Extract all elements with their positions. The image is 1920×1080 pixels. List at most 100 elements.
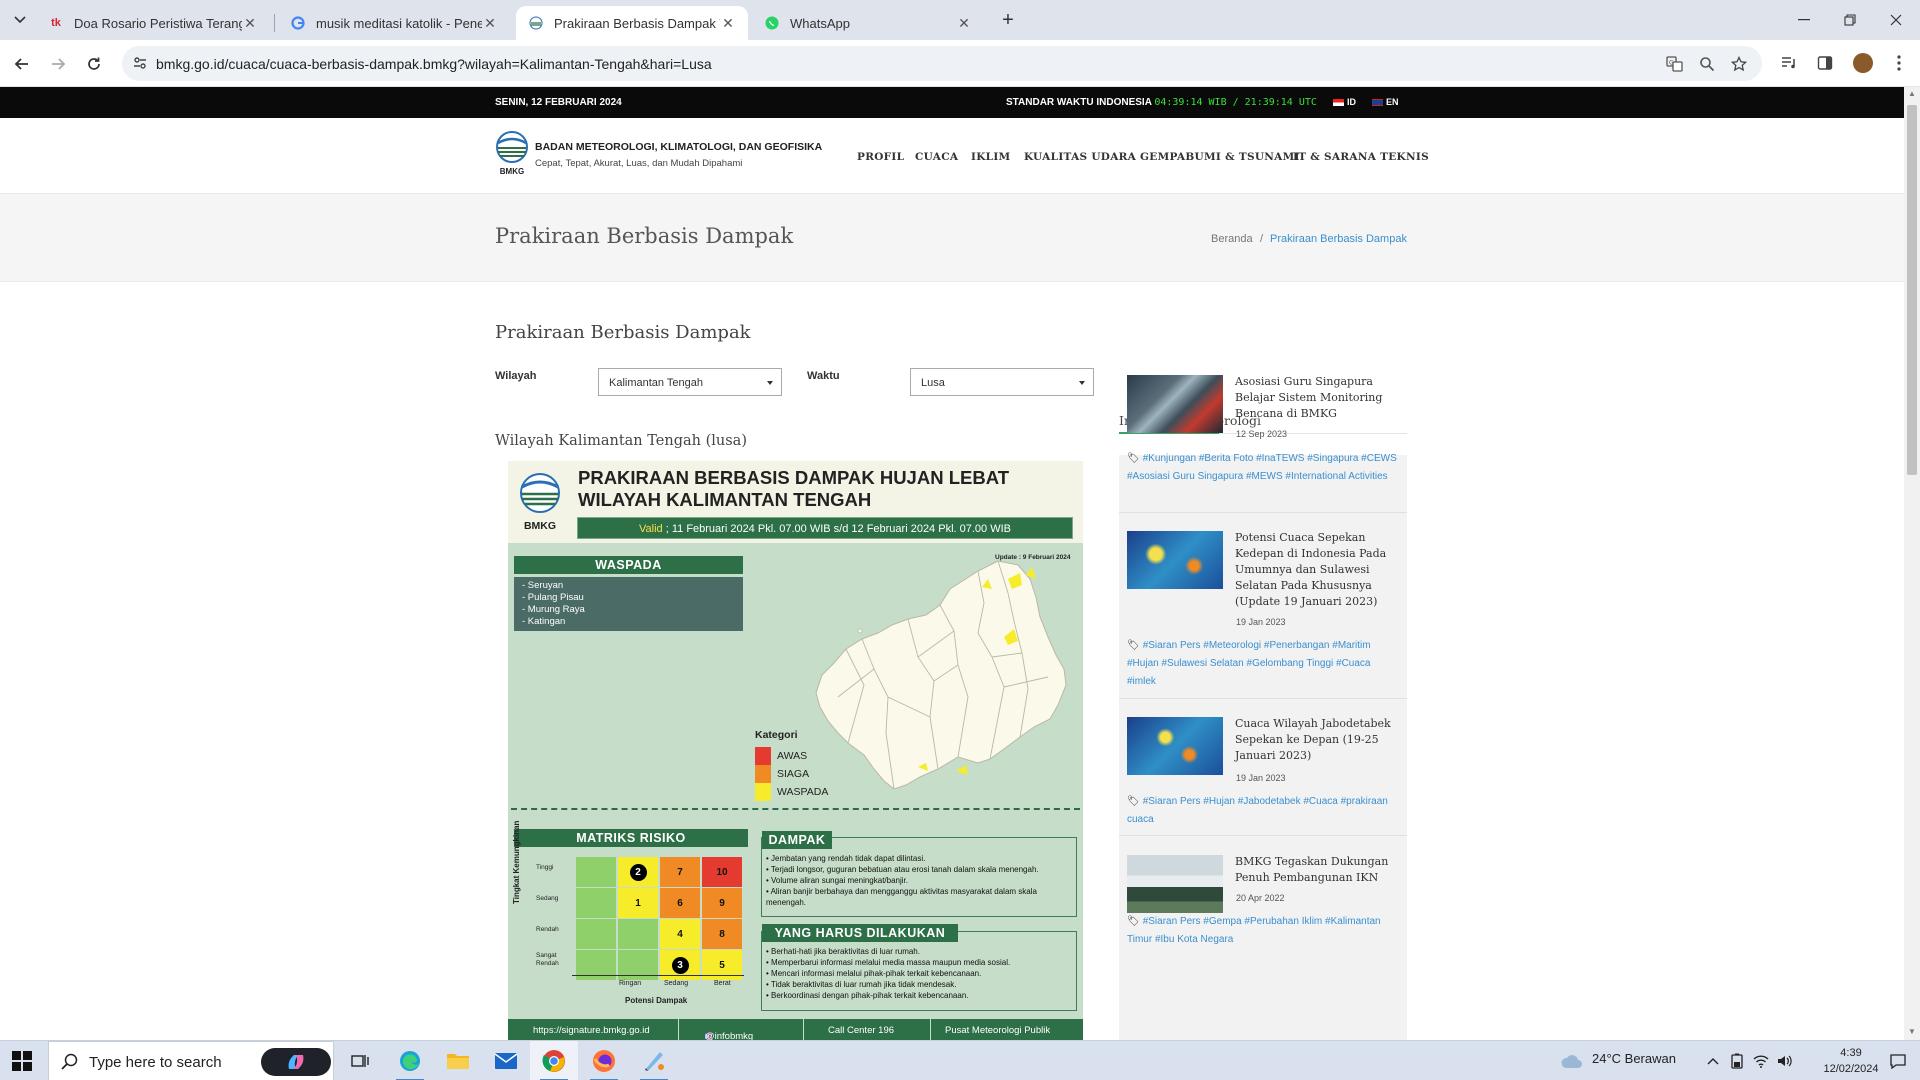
news-date: 19 Jan 2023 (1236, 773, 1286, 783)
news-title[interactable]: Cuaca Wilayah Jabodetabek Sepekan ke Dep… (1235, 716, 1407, 764)
news-thumbnail[interactable] (1127, 717, 1223, 775)
news-title[interactable]: Asosiasi Guru Singapura Belajar Sistem M… (1235, 374, 1407, 422)
taskbar-search[interactable]: Type here to search (48, 1041, 334, 1080)
minimize-icon[interactable] (1784, 6, 1824, 34)
browser-tab-3-active[interactable]: Prakiraan Berbasis Dampak Wi ✕ (516, 6, 748, 40)
nav-gempabumi-tsunami[interactable]: GEMPABUMI & TSUNAMI (1140, 151, 1300, 163)
tags-icon: 🏷 (1127, 796, 1140, 807)
browser-tab-2[interactable]: musik meditasi katolik - Penelu ✕ (278, 6, 510, 40)
bookmark-star-icon[interactable] (1730, 55, 1748, 73)
impact-forecast-infographic[interactable]: BMKG PRAKIRAAN BERBASIS DAMPAK HUJAN LEB… (508, 461, 1083, 1040)
translate-icon[interactable]: G (1666, 55, 1684, 73)
validity-banner: Valid ; 11 Februari 2024 Pkl. 07.00 WIB … (577, 517, 1073, 539)
news-title[interactable]: BMKG Tegaskan Dukungan Penuh Pembangunan… (1235, 854, 1407, 886)
zoom-icon[interactable] (1698, 55, 1716, 73)
matrix-axis-line (572, 975, 744, 976)
waspada-area-list: - Seruyan - Pulang Pisau - Murung Raya -… (514, 577, 743, 631)
url-text: bmkg.go.id/cuaca/cuaca-berbasis-dampak.b… (156, 56, 712, 72)
close-window-icon[interactable] (1876, 6, 1916, 34)
news-thumbnail[interactable] (1127, 855, 1223, 913)
dropdown-caret-icon (1079, 381, 1085, 385)
close-icon[interactable]: ✕ (482, 15, 498, 31)
site-info-icon[interactable] (132, 55, 148, 76)
chrome-icon[interactable] (530, 1041, 578, 1080)
back-icon[interactable] (8, 50, 36, 78)
restore-icon[interactable] (1830, 6, 1870, 34)
waspada-area: - Pulang Pisau (522, 592, 584, 603)
close-icon[interactable]: ✕ (956, 15, 972, 31)
volume-icon[interactable] (1777, 1053, 1793, 1069)
close-icon[interactable]: ✕ (720, 15, 736, 31)
forward-icon[interactable] (44, 50, 72, 78)
scrollbar-thumb[interactable] (1907, 105, 1917, 475)
matrix-cell: 8 (702, 919, 742, 949)
notifications-icon[interactable] (1890, 1053, 1906, 1069)
nav-it-sarana-teknis[interactable]: IT & SARANA TEKNIS (1293, 151, 1429, 163)
waspada-area: - Katingan (522, 616, 566, 627)
matrix-y-axis-label: Tingkat Kemungkinan (512, 820, 521, 904)
waspada-area: - Seruyan (522, 580, 564, 591)
edge-icon[interactable] (386, 1041, 434, 1080)
file-explorer-icon[interactable] (434, 1041, 482, 1080)
nav-iklim[interactable]: IKLIM (971, 151, 1010, 163)
address-bar[interactable]: bmkg.go.id/cuaca/cuaca-berbasis-dampak.b… (122, 46, 1762, 81)
windows-start-icon[interactable] (12, 1051, 32, 1076)
system-clock[interactable]: 4:39 12/02/2024 (1820, 1045, 1882, 1077)
task-view-icon[interactable] (336, 1041, 384, 1080)
mail-icon[interactable] (482, 1041, 530, 1080)
page-viewport: SENIN, 12 FEBRUARI 2024 STANDAR WAKTU IN… (0, 87, 1904, 1040)
browser-tab-1[interactable]: tk Doa Rosario Peristiwa Terang - I ✕ (36, 6, 270, 40)
scroll-up-icon[interactable]: ▲ (1908, 89, 1916, 98)
news-title[interactable]: Potensi Cuaca Sepekan Kedepan di Indones… (1235, 530, 1407, 610)
media-control-icon[interactable] (1778, 52, 1800, 74)
matrix-cell: 10 (702, 857, 742, 887)
nav-cuaca[interactable]: CUACA (915, 151, 958, 163)
chrome-menu-icon[interactable] (1888, 52, 1910, 74)
firefox-icon[interactable] (580, 1041, 628, 1080)
news-tags: 🏷 #Kunjungan #Berita Foto #InaTEWS #Singa… (1127, 453, 1397, 482)
infographic-footer: https://signature.bmkg.go.id ◙ ▸ @infobm… (508, 1019, 1083, 1040)
tags-icon: 🏷 (1127, 453, 1140, 464)
breadcrumb-home[interactable]: Beranda (1211, 233, 1253, 245)
news-tags: 🏷 #Siaran Pers #Gempa #Perubahan Iklim #K… (1127, 916, 1381, 945)
site-header: BMKG BADAN METEOROLOGI, KLIMATOLOGI, DAN… (0, 118, 1904, 194)
language-en-link[interactable]: EN (1372, 97, 1399, 107)
weather-status[interactable]: 24°C Berawan (1592, 1051, 1676, 1066)
wilayah-select[interactable]: Kalimantan Tengah (598, 368, 782, 396)
new-tab-button[interactable]: + (994, 8, 1022, 32)
browser-tab-strip: tk Doa Rosario Peristiwa Terang - I ✕ mu… (0, 0, 1920, 40)
bmkg-logo[interactable]: BMKG (495, 130, 529, 176)
news-thumbnail[interactable] (1127, 531, 1223, 589)
side-panel-icon[interactable] (1814, 52, 1836, 74)
nav-profil[interactable]: PROFIL (857, 151, 904, 163)
bmkg-logo: BMKG (520, 473, 560, 531)
profile-avatar[interactable] (1852, 52, 1874, 74)
wifi-icon[interactable] (1753, 1053, 1769, 1069)
matrix-cell (576, 919, 616, 949)
battery-icon[interactable] (1729, 1053, 1745, 1069)
paint-icon[interactable] (630, 1041, 678, 1080)
matrix-cell (576, 888, 616, 918)
waktu-select[interactable]: Lusa (910, 368, 1094, 396)
matrix-cell: 4 (660, 919, 700, 949)
scroll-down-icon[interactable]: ▼ (1908, 1027, 1916, 1036)
wilayah-label: Wilayah (495, 370, 537, 382)
copilot-icon[interactable] (261, 1048, 331, 1076)
breadcrumb-current: Prakiraan Berbasis Dampak (1270, 233, 1407, 245)
weather-cloud-icon[interactable] (1560, 1053, 1584, 1069)
section-divider (511, 808, 1080, 810)
svg-text:BMKG: BMKG (500, 167, 524, 176)
browser-tab-4[interactable]: WhatsApp ✕ (752, 6, 984, 40)
current-date: SENIN, 12 FEBRUARI 2024 (495, 97, 622, 108)
language-id-link[interactable]: ID (1333, 97, 1356, 107)
close-icon[interactable]: ✕ (242, 15, 258, 31)
kalimantan-tengah-map (815, 560, 1067, 790)
page-scrollbar[interactable]: ▲ ▼ (1904, 87, 1920, 1040)
nav-kualitas-udara[interactable]: KUALITAS UDARA (1024, 151, 1136, 163)
yhd-list: • Berhati-hati jika beraktivitas di luar… (766, 947, 1011, 1000)
news-thumbnail[interactable] (1127, 375, 1223, 433)
tray-overflow-chevron-icon[interactable] (1705, 1053, 1721, 1069)
reload-icon[interactable] (80, 50, 108, 78)
tab-search-icon[interactable] (8, 8, 32, 32)
matrix-cell: 1 (618, 888, 658, 918)
